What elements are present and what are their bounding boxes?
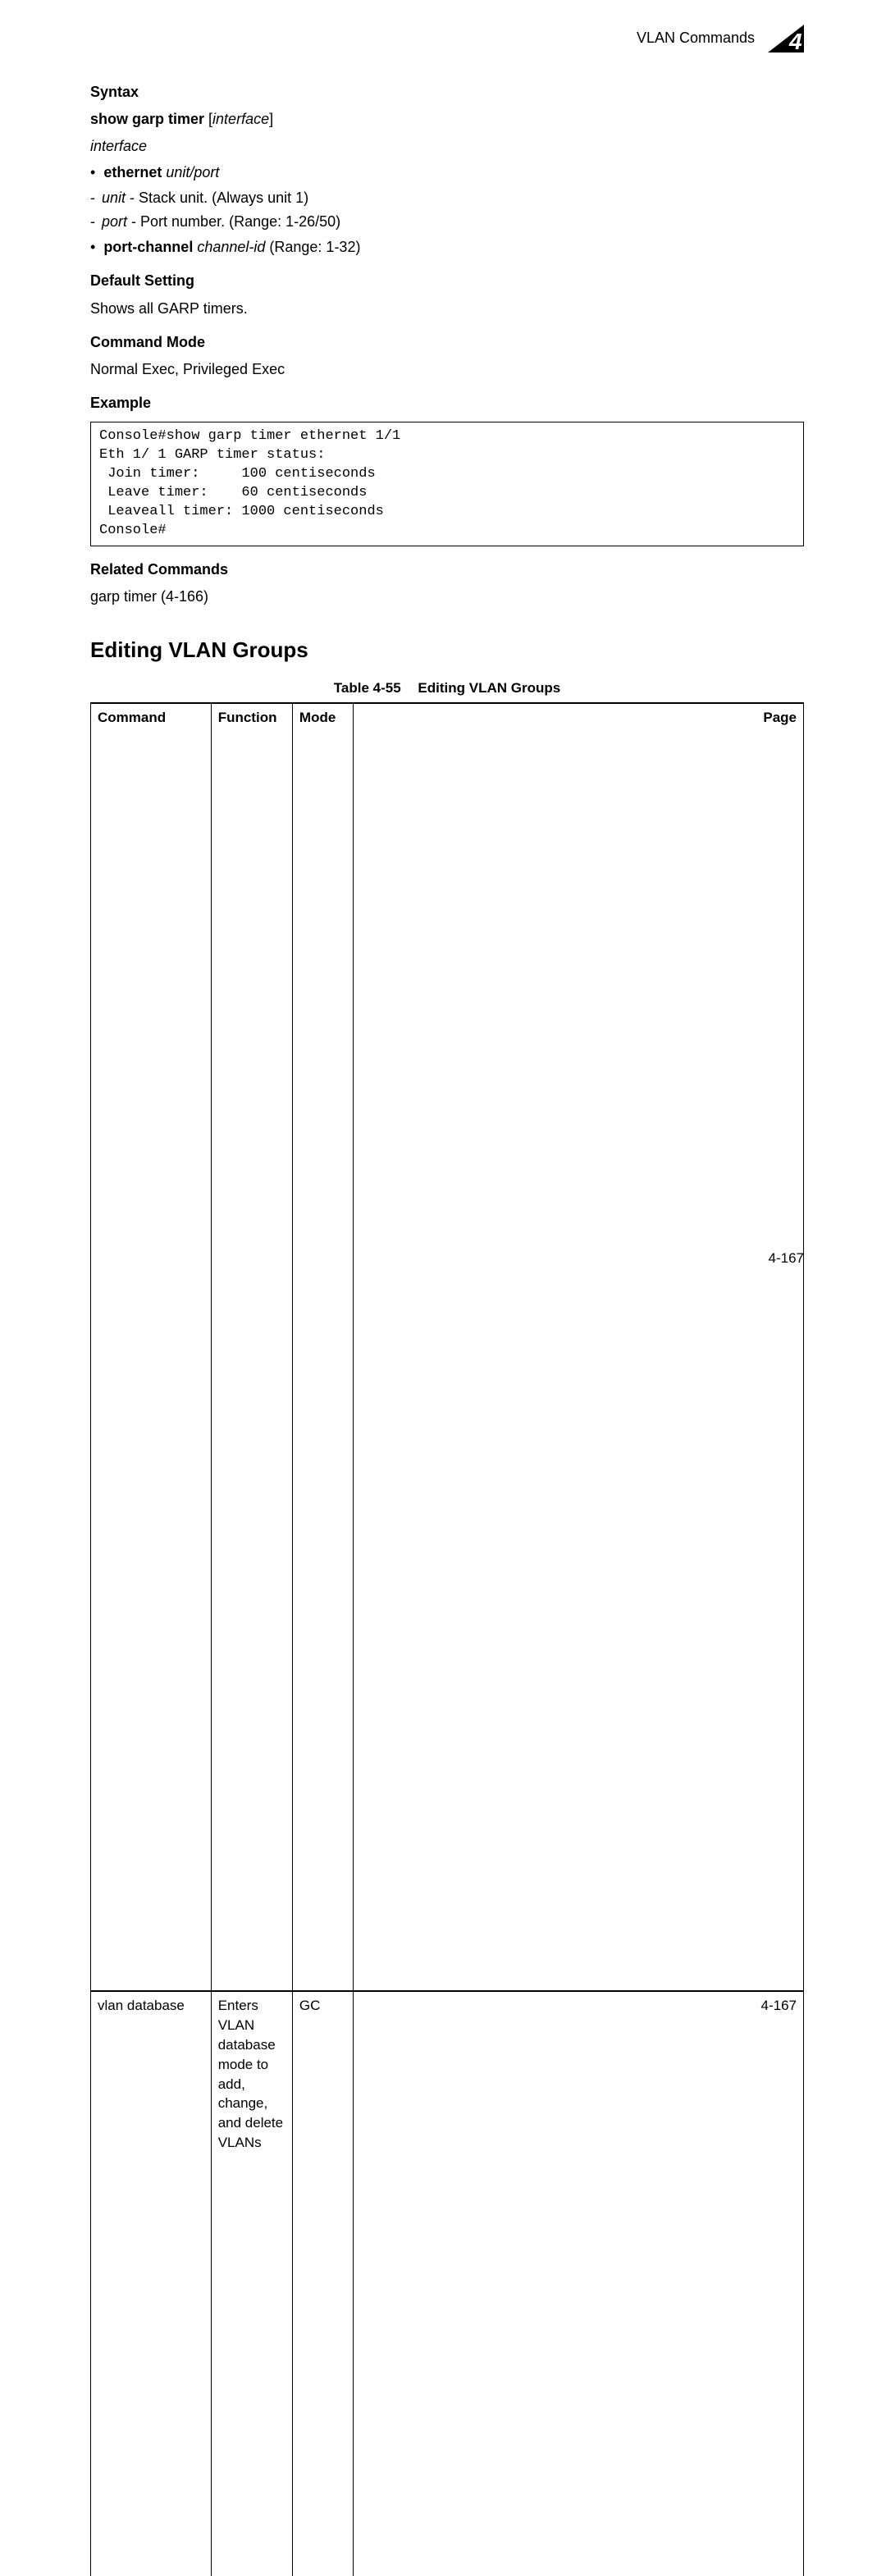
default-setting-heading-1: Default Setting	[90, 271, 804, 291]
portchannel-line: port-channel channel-id (Range: 1-32)	[103, 237, 360, 258]
command-mode-heading-1: Command Mode	[90, 332, 804, 353]
related-body: garp timer (4-166)	[90, 587, 804, 607]
table-row: vlan database Enters VLAN database mode …	[91, 1991, 804, 2576]
syntax-command: show garp timer [interface]	[90, 109, 804, 130]
portchannel-italic: channel-id	[193, 239, 265, 255]
related-heading: Related Commands	[90, 560, 804, 580]
chapter-number: 4	[788, 29, 802, 53]
table-caption: Table 4-55 Editing VLAN Groups	[90, 678, 804, 698]
port-line: port - Port number. (Range: 1-26/50)	[102, 212, 340, 232]
ethernet-italic: unit/port	[162, 164, 219, 180]
dash-icon: -	[90, 212, 95, 232]
page-header: VLAN Commands 4	[90, 25, 804, 53]
bullet-icon: •	[90, 237, 95, 258]
table-label: Table 4-55	[334, 680, 401, 696]
syntax-ethernet-bullet: • ethernet unit/port	[90, 162, 804, 183]
ethernet-bold: ethernet	[103, 164, 162, 180]
port-desc: - Port number. (Range: 1-26/50)	[127, 213, 340, 230]
default-setting-body-1: Shows all GARP timers.	[90, 299, 804, 319]
header-title: VLAN Commands	[637, 28, 755, 48]
td-mode: GC	[292, 1991, 353, 2576]
portchannel-bold: port-channel	[103, 239, 193, 255]
unit-desc: - Stack unit. (Always unit 1)	[126, 190, 308, 206]
bullet-icon: •	[90, 162, 95, 183]
syntax-arg: interface	[212, 111, 269, 127]
th-page: Page	[353, 703, 803, 1991]
vlan-table: Command Function Mode Page vlan database…	[90, 702, 804, 2576]
td-command: vlan database	[91, 1991, 212, 2576]
page-number: 4-167	[769, 1249, 804, 1268]
syntax-port-item: - port - Port number. (Range: 1-26/50)	[90, 212, 804, 232]
syntax-bracket-close: ]	[269, 111, 273, 127]
dash-icon: -	[90, 188, 95, 208]
syntax-cmd-bold: show garp timer	[90, 111, 204, 127]
syntax-bracket-open: [	[204, 111, 212, 127]
ethernet-line: ethernet unit/port	[103, 162, 219, 183]
unit-line: unit - Stack unit. (Always unit 1)	[102, 188, 308, 208]
example-code: Console#show garp timer ethernet 1/1 Eth…	[90, 422, 804, 546]
section-title: Editing VLAN Groups	[90, 635, 804, 665]
portchannel-rest: (Range: 1-32)	[265, 239, 360, 255]
syntax-unit-item: - unit - Stack unit. (Always unit 1)	[90, 188, 804, 208]
table-title: Editing VLAN Groups	[418, 680, 560, 696]
unit-label: unit	[102, 190, 126, 206]
td-page: 4-167	[353, 1991, 803, 2576]
th-command: Command	[91, 703, 212, 1991]
syntax-interface: interface	[90, 136, 804, 157]
example-heading: Example	[90, 393, 804, 413]
table-header-row: Command Function Mode Page	[91, 703, 804, 1991]
syntax-portchannel-bullet: • port-channel channel-id (Range: 1-32)	[90, 237, 804, 258]
document-page: VLAN Commands 4 Syntax show garp timer […	[0, 0, 886, 1288]
port-label: port	[102, 213, 127, 230]
chapter-badge-icon: 4	[765, 25, 804, 53]
syntax-heading: Syntax	[90, 82, 804, 103]
command-mode-body-1: Normal Exec, Privileged Exec	[90, 359, 804, 380]
th-function: Function	[211, 703, 292, 1991]
td-function: Enters VLAN database mode to add, change…	[211, 1991, 292, 2576]
th-mode: Mode	[292, 703, 353, 1991]
